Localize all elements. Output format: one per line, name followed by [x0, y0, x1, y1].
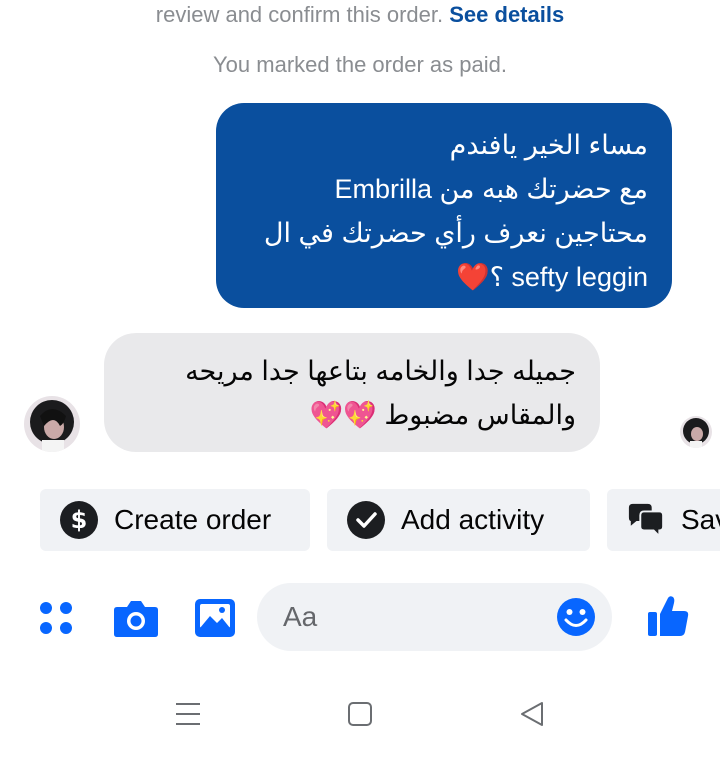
check-circle-icon — [347, 501, 385, 539]
message-line: sefty leggin ؟❤️ — [455, 262, 648, 292]
square-icon — [348, 702, 372, 726]
home-nav-button[interactable] — [340, 698, 380, 730]
message-line: جميله جدا والخامه بتاعها جدا مريحه — [185, 356, 576, 386]
message-line: مساء الخير يافندم — [449, 130, 648, 160]
order-review-notice: review and confirm this order. See detai… — [0, 0, 720, 30]
grid-dots-icon[interactable] — [36, 598, 76, 638]
message-input-box[interactable] — [257, 583, 612, 651]
order-review-text: review and confirm this order. — [155, 2, 444, 27]
dollar-icon: $ — [60, 501, 98, 539]
smiley-icon[interactable] — [556, 597, 596, 637]
seen-avatar — [680, 416, 712, 448]
message-line: محتاجين نعرف رأي حضرتك في ال — [263, 218, 648, 248]
image-icon[interactable] — [194, 598, 236, 638]
saved-replies-button[interactable]: Sav — [607, 489, 720, 551]
svg-text:$: $ — [71, 506, 88, 534]
camera-icon[interactable] — [113, 597, 159, 639]
create-order-button[interactable]: $ Create order — [40, 489, 310, 551]
chat-bubbles-icon — [627, 501, 665, 539]
incoming-message-bubble[interactable]: جميله جدا والخامه بتاعها جدا مريحه والمق… — [104, 333, 600, 452]
recents-nav-button[interactable] — [168, 698, 208, 730]
create-order-label: Create order — [114, 504, 272, 535]
saved-replies-label: Sav — [681, 504, 720, 535]
message-input[interactable] — [281, 600, 555, 634]
outgoing-message-bubble[interactable]: مساء الخير يافندم مع حضرتك هبه من Embril… — [216, 103, 672, 308]
contact-avatar[interactable] — [24, 396, 80, 452]
see-details-link[interactable]: See details — [449, 2, 564, 27]
message-line: مع حضرتك هبه من Embrilla — [334, 174, 648, 204]
thumbs-up-icon[interactable] — [646, 594, 690, 638]
order-paid-notice: You marked the order as paid. — [213, 52, 507, 77]
add-activity-button[interactable]: Add activity — [327, 489, 590, 551]
menu-lines-icon — [176, 703, 200, 725]
back-nav-button[interactable] — [512, 698, 552, 730]
message-line: والمقاس مضبوط 💖💖 — [309, 400, 576, 430]
add-activity-label: Add activity — [401, 504, 545, 535]
back-triangle-icon — [521, 702, 543, 726]
